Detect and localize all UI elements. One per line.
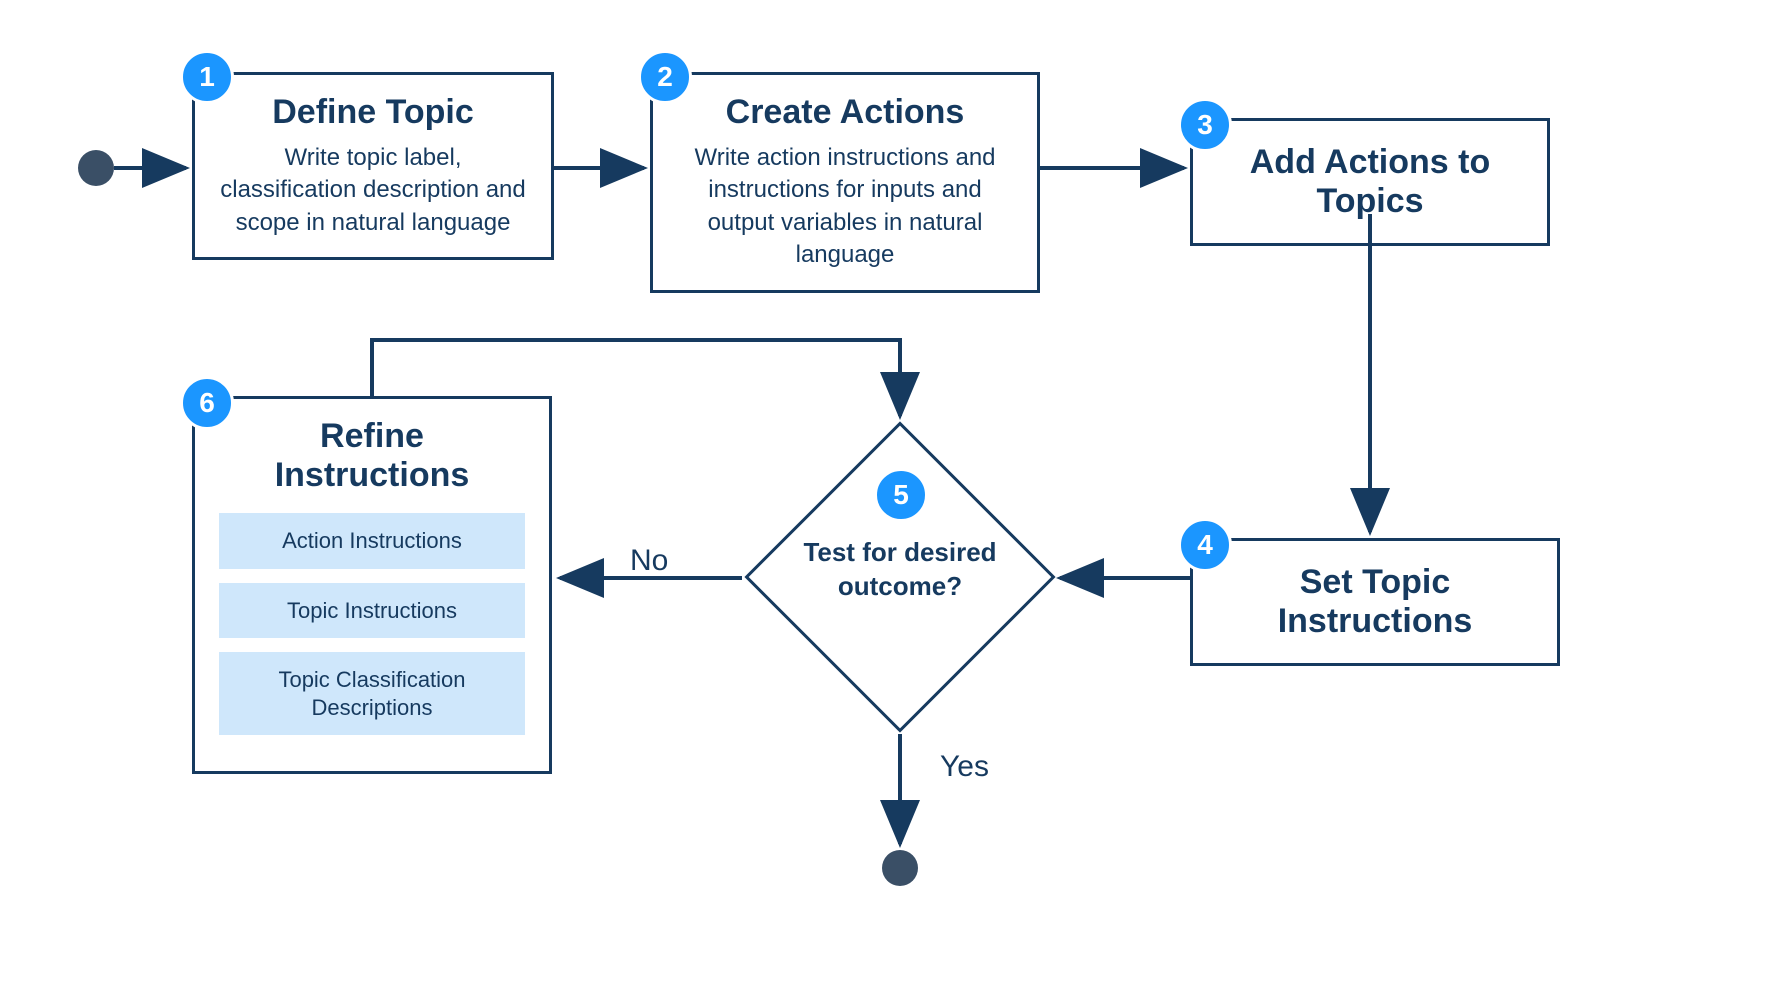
step-3-badge: 3 xyxy=(1178,98,1232,152)
step-5-badge: 5 xyxy=(874,468,928,522)
step-4-title: Set Topic Instructions xyxy=(1217,563,1533,641)
step-6-box: Refine Instructions Action Instructions … xyxy=(192,396,552,774)
step-6-badge: 6 xyxy=(180,376,234,430)
step-4-badge: 4 xyxy=(1178,518,1232,572)
refine-item-1: Topic Instructions xyxy=(219,583,525,639)
decision-text: Test for desired outcome? xyxy=(790,536,1010,604)
step-1-desc: Write topic label, classification descri… xyxy=(219,142,527,239)
step-3-box: Add Actions to Topics xyxy=(1190,118,1550,246)
step-2-desc: Write action instructions and instructio… xyxy=(677,142,1013,272)
end-node xyxy=(882,850,918,886)
yes-label: Yes xyxy=(940,750,989,784)
step-6-title: Refine Instructions xyxy=(219,417,525,495)
start-node xyxy=(78,150,114,186)
flowchart-canvas: Define Topic Write topic label, classifi… xyxy=(0,0,1778,1000)
step-2-badge: 2 xyxy=(638,50,692,104)
step-1-badge: 1 xyxy=(180,50,234,104)
refine-item-2: Topic Classification Descriptions xyxy=(219,652,525,735)
step-2-box: Create Actions Write action instructions… xyxy=(650,72,1040,293)
refine-item-0: Action Instructions xyxy=(219,513,525,569)
step-3-title: Add Actions to Topics xyxy=(1217,143,1523,221)
step-1-box: Define Topic Write topic label, classifi… xyxy=(192,72,554,260)
step-4-box: Set Topic Instructions xyxy=(1190,538,1560,666)
step-1-title: Define Topic xyxy=(219,93,527,132)
no-label: No xyxy=(630,544,668,578)
step-2-title: Create Actions xyxy=(677,93,1013,132)
